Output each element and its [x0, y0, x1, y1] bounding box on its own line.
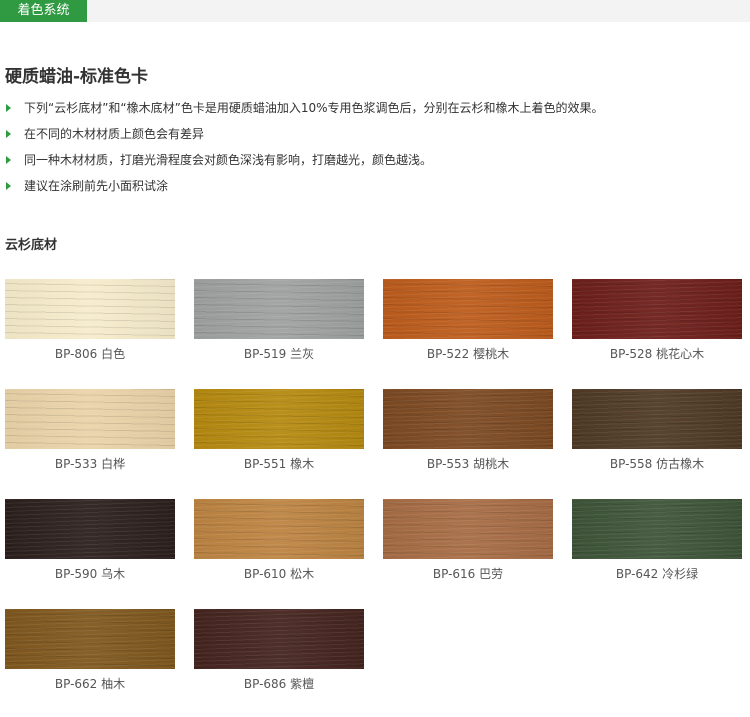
wood-swatch [5, 279, 175, 339]
bullet-arrow-icon [6, 156, 11, 164]
wood-swatch [5, 609, 175, 669]
swatch-label: BP-686 紫檀 [243, 677, 315, 691]
swatch-card[interactable]: BP-686 紫檀 [194, 609, 364, 699]
wood-swatch [383, 499, 553, 559]
swatch-label: BP-662 柚木 [54, 677, 126, 691]
swatch-label: BP-553 胡桃木 [426, 457, 510, 471]
wood-swatch [572, 499, 742, 559]
swatch-card[interactable]: BP-528 桃花心木 [572, 279, 742, 369]
top-bar: 着色系统 [0, 0, 750, 22]
note-item: 同一种木材材质，打磨光滑程度会对颜色深浅有影响，打磨越光，颜色越浅。 [5, 152, 604, 178]
swatch-label: BP-522 樱桃木 [426, 347, 510, 361]
swatch-label: BP-610 松木 [243, 567, 315, 581]
swatch-card[interactable]: BP-590 乌木 [5, 499, 175, 589]
tab-coloring-system[interactable]: 着色系统 [0, 0, 87, 22]
swatch-label: BP-616 巴劳 [432, 567, 504, 581]
bullet-arrow-icon [6, 182, 11, 190]
swatch-label: BP-551 橡木 [243, 457, 315, 471]
swatch-label: BP-528 桃花心木 [609, 347, 705, 361]
wood-swatch [572, 389, 742, 449]
swatch-label: BP-519 兰灰 [243, 347, 315, 361]
bullet-arrow-icon [6, 104, 11, 112]
swatch-label: BP-642 冷杉绿 [615, 567, 699, 581]
swatch-card[interactable]: BP-553 胡桃木 [383, 389, 553, 479]
wood-swatch [194, 609, 364, 669]
wood-swatch [5, 499, 175, 559]
swatch-card[interactable]: BP-662 柚木 [5, 609, 175, 699]
wood-swatch [5, 389, 175, 449]
swatch-label: BP-533 白桦 [54, 457, 126, 471]
swatch-card[interactable]: BP-519 兰灰 [194, 279, 364, 369]
notes-list: 下列“云杉底材”和“橡木底材”色卡是用硬质蜡油加入10%专用色浆调色后，分别在云… [5, 100, 604, 204]
wood-swatch [194, 389, 364, 449]
wood-swatch [194, 279, 364, 339]
swatch-card[interactable]: BP-806 白色 [5, 279, 175, 369]
page-title: 硬质蜡油-标准色卡 [5, 67, 149, 87]
swatch-card[interactable]: BP-558 仿古橡木 [572, 389, 742, 479]
swatch-label: BP-558 仿古橡木 [609, 457, 705, 471]
wood-swatch [383, 389, 553, 449]
swatch-card[interactable]: BP-610 松木 [194, 499, 364, 589]
section-title-spruce: 云杉底材 [5, 238, 58, 253]
swatch-card[interactable]: BP-522 樱桃木 [383, 279, 553, 369]
swatch-label: BP-806 白色 [54, 347, 126, 361]
swatch-card[interactable]: BP-551 橡木 [194, 389, 364, 479]
note-item: 建议在涂刷前先小面积试涂 [5, 178, 604, 204]
swatch-label: BP-590 乌木 [54, 567, 126, 581]
bullet-arrow-icon [6, 130, 11, 138]
note-item: 下列“云杉底材”和“橡木底材”色卡是用硬质蜡油加入10%专用色浆调色后，分别在云… [5, 100, 604, 126]
swatch-card[interactable]: BP-616 巴劳 [383, 499, 553, 589]
note-text: 下列“云杉底材”和“橡木底材”色卡是用硬质蜡油加入10%专用色浆调色后，分别在云… [24, 101, 604, 115]
swatch-card[interactable]: BP-642 冷杉绿 [572, 499, 742, 589]
wood-swatch [572, 279, 742, 339]
note-item: 在不同的木材材质上颜色会有差异 [5, 126, 604, 152]
wood-swatch [194, 499, 364, 559]
swatch-card[interactable]: BP-533 白桦 [5, 389, 175, 479]
note-text: 在不同的木材材质上颜色会有差异 [24, 127, 205, 141]
wood-swatch [383, 279, 553, 339]
note-text: 同一种木材材质，打磨光滑程度会对颜色深浅有影响，打磨越光，颜色越浅。 [24, 153, 433, 167]
note-text: 建议在涂刷前先小面积试涂 [24, 179, 169, 193]
